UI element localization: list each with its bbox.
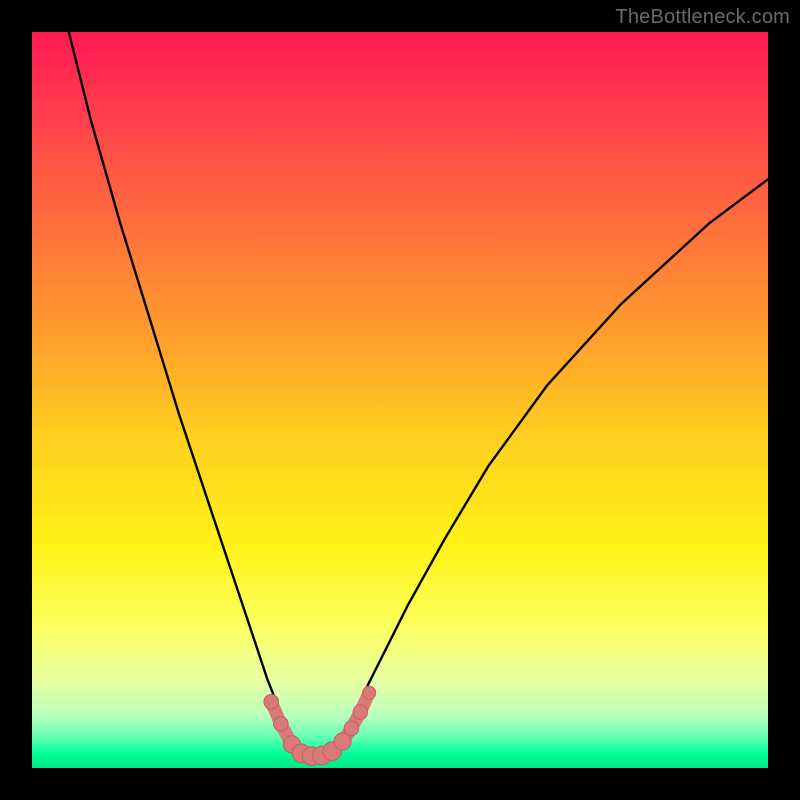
curve-marker [344,721,359,736]
curve-svg [32,32,768,768]
curve-marker [274,717,289,732]
curve-marker [353,705,368,720]
plot-area [32,32,768,768]
watermark-text: TheBottleneck.com [615,6,790,29]
bottleneck-curve [69,32,768,757]
chart-stage: TheBottleneck.com [0,0,800,800]
curve-marker [264,695,279,710]
curve-marker [363,686,376,699]
